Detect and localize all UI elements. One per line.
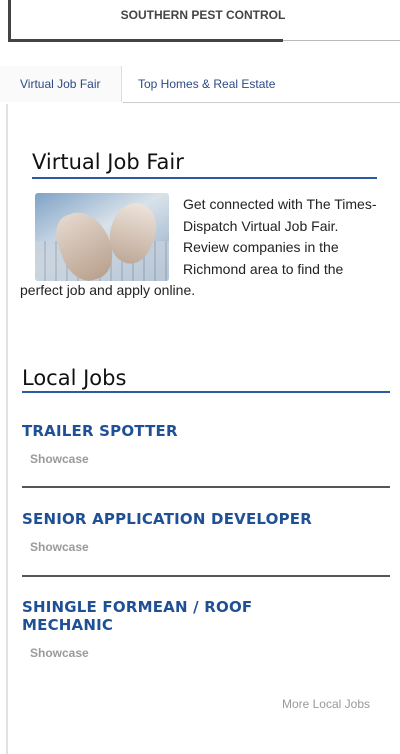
ad-left-border	[8, 0, 11, 42]
job-separator	[22, 486, 390, 488]
virtual-job-fair-heading: Virtual Job Fair	[32, 150, 184, 174]
top-advertisement[interactable]: SOUTHERN PEST CONTROL	[8, 0, 400, 42]
virtual-job-fair-rule	[32, 177, 377, 179]
job-listing: SENIOR APPLICATION DEVELOPER Showcase	[22, 510, 390, 554]
job-title-link[interactable]: SENIOR APPLICATION DEVELOPER	[22, 510, 390, 528]
job-title-link[interactable]: SHINGLE FORMEAN / ROOF MECHANIC	[22, 598, 322, 634]
keyboard-hands-image[interactable]	[35, 193, 169, 281]
more-local-jobs-link[interactable]: More Local Jobs	[282, 697, 370, 711]
job-listing: SHINGLE FORMEAN / ROOF MECHANIC Showcase	[22, 598, 390, 660]
job-separator	[22, 575, 390, 577]
job-listing: TRAILER SPOTTER Showcase	[22, 422, 390, 466]
job-showcase-tag: Showcase	[30, 540, 89, 554]
tab-bar: Virtual Job Fair Top Homes & Real Estate	[0, 66, 400, 104]
local-jobs-rule	[22, 391, 390, 393]
ad-title[interactable]: SOUTHERN PEST CONTROL	[78, 9, 328, 22]
tab-virtual-job-fair[interactable]: Virtual Job Fair	[0, 66, 122, 102]
ad-bottom-border	[8, 39, 283, 42]
ad-bottom-border-thin	[283, 40, 400, 41]
local-jobs-heading: Local Jobs	[22, 366, 127, 390]
tab-top-homes-real-estate[interactable]: Top Homes & Real Estate	[123, 66, 323, 102]
job-showcase-tag: Showcase	[30, 646, 89, 660]
tab-underline	[123, 102, 400, 103]
job-title-link[interactable]: TRAILER SPOTTER	[22, 422, 390, 440]
job-showcase-tag: Showcase	[30, 452, 89, 466]
